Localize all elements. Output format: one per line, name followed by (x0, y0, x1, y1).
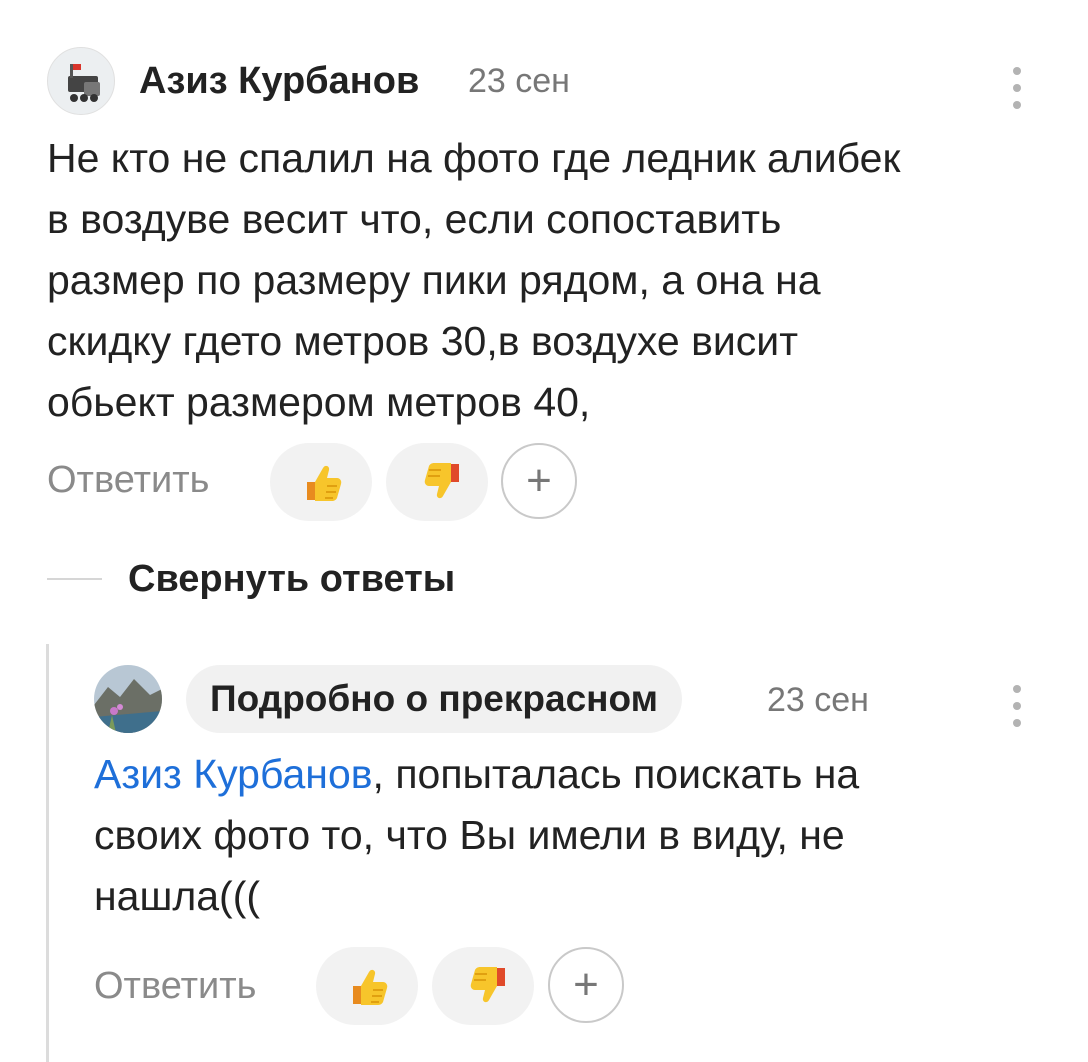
like-button[interactable] (316, 947, 418, 1025)
reply-button[interactable]: Ответить (47, 461, 209, 499)
reply-author-chip[interactable]: Подробно о прекрасном (186, 665, 682, 733)
reply-text-line: Азиз Курбанов, попыталась поискать на (94, 744, 859, 805)
reply-date: 23 сен (767, 681, 869, 719)
author-avatar[interactable] (47, 47, 115, 115)
more-vertical-icon[interactable] (1005, 63, 1029, 113)
add-reaction-button[interactable]: + (548, 947, 624, 1023)
thumbs-up-icon (307, 465, 342, 501)
thumbs-up-icon (353, 969, 388, 1005)
dislike-button[interactable] (386, 443, 488, 521)
reply-text-fragment: , попыталась поискать на (372, 751, 860, 797)
collapse-replies-button[interactable]: Свернуть ответы (128, 560, 455, 598)
comments-page: Азиз Курбанов 23 сен Не кто не спалил на… (0, 0, 1088, 1062)
dislike-button[interactable] (432, 947, 534, 1025)
reply-text: Азиз Курбанов, попыталась поискать на св… (94, 744, 859, 927)
comment-text: Не кто не спалил на фото где ледник алиб… (47, 128, 900, 433)
more-vertical-icon[interactable] (1005, 681, 1029, 731)
comment-text-line: размер по размеру пики рядом, а она на (47, 257, 821, 303)
reply-author-avatar[interactable] (94, 665, 162, 733)
comment-date: 23 сен (468, 62, 570, 100)
add-reaction-button[interactable]: + (501, 443, 577, 519)
collapse-divider (47, 578, 102, 580)
mention-link[interactable]: Азиз Курбанов (94, 751, 373, 797)
comment-text-line: обьект размером метров 40, (47, 379, 591, 425)
comment-author-name[interactable]: Азиз Курбанов (139, 62, 419, 100)
comment-text-line: скидку гдето метров 30,в воздухе висит (47, 318, 798, 364)
reply-text-line: нашла((( (94, 873, 261, 919)
thumbs-down-icon (470, 967, 505, 1003)
comment-text-line: Не кто не спалил на фото где ледник алиб… (47, 135, 901, 181)
reply-button[interactable]: Ответить (94, 967, 256, 1005)
thread-line (46, 644, 49, 1062)
reply-text-line: своих фото то, что Вы имели в виду, не (94, 812, 845, 858)
like-button[interactable] (270, 443, 372, 521)
thumbs-down-icon (424, 463, 459, 499)
comment-text-line: в воздуве весит что, если сопоставить (47, 196, 782, 242)
